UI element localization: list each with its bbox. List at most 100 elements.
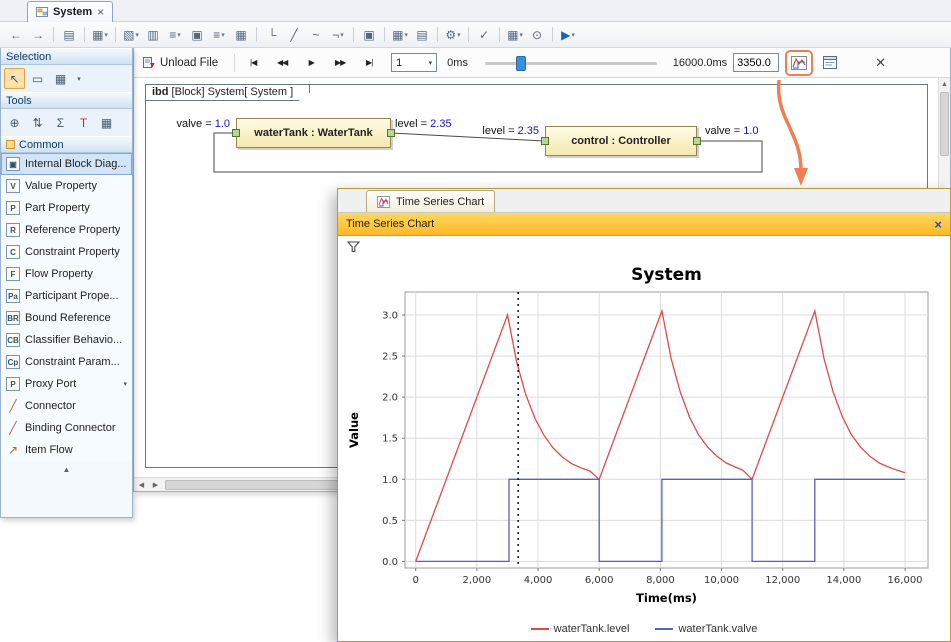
close-chart-window-button[interactable]: × <box>934 217 942 232</box>
chevron-down-icon: ▾ <box>135 31 139 39</box>
palette-item-constraint-parameter[interactable]: Cp Constraint Param... <box>1 351 132 373</box>
legend-icon[interactable]: ▣ <box>187 25 207 45</box>
rewind-button[interactable]: ◀◀ <box>270 53 294 73</box>
related-elements-icon[interactable]: ▦ ▾ <box>90 25 110 45</box>
time-input[interactable] <box>733 53 779 72</box>
chevron-down-icon: ▾ <box>340 31 344 39</box>
align-shapes-icon[interactable]: ≡ ▾ <box>209 25 229 45</box>
tools-section-header[interactable]: Tools <box>1 92 132 109</box>
palette-item-part-property[interactable]: P Part Property <box>1 197 132 219</box>
zoom-icon[interactable]: ⊙ <box>527 25 547 45</box>
trigger-select[interactable]: 1 ▾ <box>391 53 437 72</box>
toolbar-button-glyph: ▶ <box>561 28 570 42</box>
palette-item-connector[interactable]: ╱ Connector <box>1 395 132 417</box>
chart-filter-bar <box>338 236 950 258</box>
create-diagram-icon[interactable]: ▧ ▾ <box>121 25 141 45</box>
controller-valve-value-label[interactable]: valve = 1.0 <box>705 125 759 137</box>
simulation-console-button[interactable] <box>819 52 841 74</box>
sticky-tool-icon[interactable]: ⊕ <box>4 112 25 133</box>
show-dependencies-icon[interactable]: ≡ ▾ <box>165 25 185 45</box>
collapse-arrow-icon: ▲ <box>63 465 71 474</box>
run-simulation-icon[interactable]: ▶ ▾ <box>558 25 578 45</box>
palette-item-item-flow[interactable]: ↗ Item Flow <box>1 439 132 461</box>
diagram-frame-label[interactable]: ibd [Block] System[ System ] <box>145 84 310 101</box>
structure-tool-icon[interactable]: ⇅ <box>27 112 48 133</box>
scroll-right-icon[interactable]: ▶ <box>149 479 162 491</box>
toolbar-button-glyph: → <box>32 28 44 42</box>
chart-icon <box>377 196 390 208</box>
unload-file-button[interactable]: Unload File <box>142 56 218 69</box>
containment-tree-icon[interactable]: ▤ <box>59 25 79 45</box>
legend-item-valve: waterTank.valve <box>655 623 757 635</box>
scroll-left-icon[interactable]: ◀ <box>135 479 148 491</box>
tab-time-series-chart[interactable]: Time Series Chart <box>366 190 495 212</box>
settings-icon[interactable]: ⚙ ▾ <box>443 25 463 45</box>
slider-track[interactable] <box>485 62 657 65</box>
watertank-level-value-label[interactable]: level = 2.35 <box>395 118 452 130</box>
palette-item-bound-reference[interactable]: BR Bound Reference <box>1 307 132 329</box>
rectilinear-path-icon[interactable]: └ <box>262 25 282 45</box>
palette-item-participant-property[interactable]: Pa Participant Prope... <box>1 285 132 307</box>
palette-item-internal-block-diagram[interactable]: ▣ Internal Block Diag... <box>1 153 132 175</box>
toolbar-button-glyph: ~ <box>312 28 319 42</box>
text-tool-icon[interactable]: T <box>73 112 94 133</box>
svg-text:System: System <box>631 265 702 285</box>
controller-output-port[interactable] <box>693 137 701 145</box>
note-icon[interactable]: ▤ <box>412 25 432 45</box>
oblique-path-icon[interactable]: ╱ <box>284 25 304 45</box>
time-slider-handle[interactable] <box>516 56 526 71</box>
tab-system[interactable]: System × <box>27 1 113 22</box>
sum-tool-icon[interactable]: Σ <box>50 112 71 133</box>
marquee-tool-icon[interactable]: ▭ <box>27 68 48 89</box>
palette-item-value-property[interactable]: V Value Property <box>1 175 132 197</box>
back-icon[interactable]: ← <box>6 25 26 45</box>
palette-item-icon: C <box>6 245 20 259</box>
path-options-icon[interactable]: ¬ ▾ <box>328 25 348 45</box>
watertank-input-port[interactable] <box>232 129 240 137</box>
step-to-end-button[interactable]: ▶| <box>357 53 381 73</box>
watertank-block[interactable]: waterTank : WaterTank <box>236 118 391 148</box>
browse-tool-icon[interactable]: ▦ <box>50 68 71 89</box>
filter-icon[interactable] <box>347 241 360 253</box>
table-icon[interactable]: ▦ ▾ <box>505 25 525 45</box>
compartments-icon[interactable]: ▥ <box>143 25 163 45</box>
table-tool-icon[interactable]: ▦ <box>96 112 117 133</box>
paste-icon[interactable]: ▣ <box>359 25 379 45</box>
toolbar-button-glyph: ⊙ <box>532 28 542 42</box>
validation-icon[interactable]: ✓ <box>474 25 494 45</box>
svg-text:2.0: 2.0 <box>382 393 398 404</box>
palette-collapse-button[interactable]: ▲ <box>1 461 132 477</box>
palette-item-proxy-port[interactable]: P Proxy Port ▾ <box>1 373 132 395</box>
close-simulation-toolbar-button[interactable]: ✕ <box>875 55 886 71</box>
toolbar-button <box>499 27 500 42</box>
open-time-series-chart-button[interactable] <box>787 52 811 74</box>
controller-input-port[interactable] <box>541 137 549 145</box>
curved-path-icon[interactable]: ~ <box>306 25 326 45</box>
palette-item-constraint-property[interactable]: C Constraint Property <box>1 241 132 263</box>
palette-item-reference-property[interactable]: R Reference Property <box>1 219 132 241</box>
play-button[interactable]: ▶ <box>299 53 323 73</box>
pointer-tool-icon[interactable]: ↖ <box>4 68 25 89</box>
watertank-valve-value-label[interactable]: valve = 1.0 <box>152 118 230 130</box>
image-shape-icon[interactable]: ▦ ▾ <box>390 25 410 45</box>
palette-items: ▣ Internal Block Diag... V Value Propert… <box>1 153 132 461</box>
grid-icon[interactable]: ▦ <box>231 25 251 45</box>
application-window: System × ← → ▤ <box>0 0 951 642</box>
fast-forward-button[interactable]: ▶▶ <box>328 53 352 73</box>
selection-section-header[interactable]: Selection <box>1 48 132 65</box>
forward-icon[interactable]: → <box>28 25 48 45</box>
vertical-scrollbar-thumb[interactable] <box>940 92 949 156</box>
scroll-up-icon[interactable]: ▲ <box>939 78 950 90</box>
palette-item-flow-property[interactable]: F Flow Property <box>1 263 132 285</box>
tab-close-icon[interactable]: × <box>97 6 104 18</box>
common-section-header[interactable]: Common <box>1 136 132 153</box>
palette-item-icon: CB <box>6 333 20 347</box>
controller-level-value-label[interactable]: level = 2.35 <box>462 125 539 137</box>
watertank-output-port[interactable] <box>387 129 395 137</box>
palette-item-binding-connector[interactable]: ╱ Binding Connector <box>1 417 132 439</box>
palette-item-classifier-behavior[interactable]: CB Classifier Behavio... <box>1 329 132 351</box>
time-slider[interactable] <box>485 54 657 72</box>
selection-dropdown-icon[interactable]: ▾ <box>73 68 85 89</box>
controller-block[interactable]: control : Controller <box>545 126 697 156</box>
step-to-start-button[interactable]: |◀ <box>241 53 265 73</box>
